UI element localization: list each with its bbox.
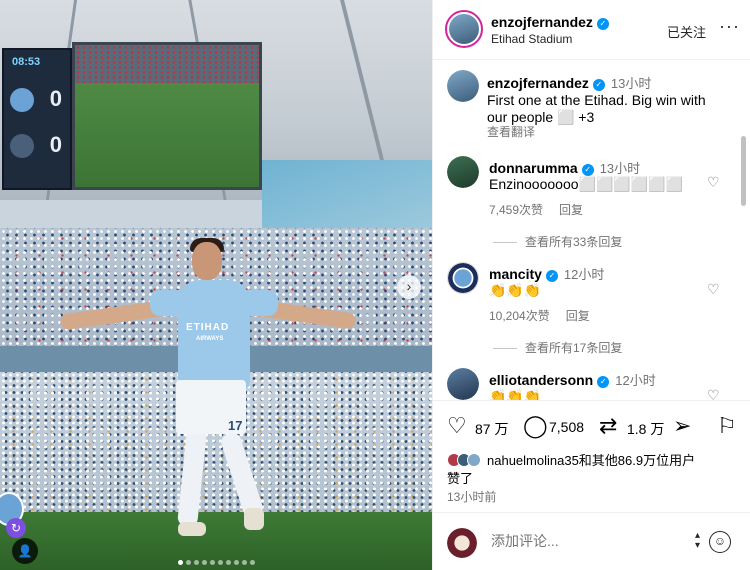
comment-icon[interactable]: ◯: [523, 415, 548, 437]
comments-scrollbar[interactable]: [741, 136, 746, 206]
caption-avatar[interactable]: [447, 70, 479, 102]
score-away: 0: [49, 132, 62, 157]
verified-icon: ✓: [597, 376, 610, 388]
player-shirt: [178, 280, 250, 390]
comment-time: 12小时: [615, 373, 656, 388]
away-crest-icon: [10, 134, 34, 158]
carousel-next-button[interactable]: ›: [397, 275, 421, 299]
author-username[interactable]: enzojfernandez: [491, 14, 593, 30]
carousel-dot[interactable]: [185, 560, 191, 565]
repost-badge-icon[interactable]: ↻: [6, 518, 26, 538]
comment-username[interactable]: donnarumma: [489, 160, 578, 176]
screen-field: [75, 83, 259, 187]
stand-facade: [262, 160, 432, 230]
post-time: 13小时前: [447, 490, 497, 504]
carousel-dot[interactable]: [193, 560, 199, 565]
share-icon[interactable]: ➢: [673, 415, 691, 437]
viewer-avatar: [447, 528, 477, 558]
carousel-dots: [0, 552, 432, 570]
comment-time: 13小时: [599, 161, 641, 176]
comments-list[interactable]: enzojfernandez ✓ 13小时 First one at the Eti…: [433, 60, 750, 400]
likes-summary[interactable]: nahuelmolina35和其他86.9万位用户 赞了: [447, 452, 747, 488]
scroll-arrows-icon: ▴ ▾: [695, 530, 701, 551]
reply-button[interactable]: 回复: [566, 309, 590, 323]
shirt-sponsor-sub: AIRWAYS: [196, 336, 224, 342]
post-sidebar: enzojfernandez ✓ Etihad Stadium 已关注 ··· e…: [432, 0, 750, 570]
location-link[interactable]: Etihad Stadium: [491, 32, 572, 46]
add-comment-bar: ▴▾ ☺: [433, 512, 750, 570]
carousel-dot[interactable]: [201, 560, 207, 565]
score-home: 0: [49, 86, 62, 111]
translate-link[interactable]: 查看翻译: [487, 123, 535, 140]
add-comment-input[interactable]: [491, 533, 691, 549]
screen-crowd: [75, 45, 259, 83]
comment-like-icon[interactable]: ♡: [707, 174, 720, 191]
view-replies-link[interactable]: 查看所有17条回复: [493, 339, 622, 356]
caption-username[interactable]: enzojfernandez: [487, 75, 589, 91]
comment-avatar[interactable]: [447, 368, 479, 400]
likes-summary-line1: nahuelmolina35和其他86.9万位用户: [487, 453, 696, 468]
comment-avatar[interactable]: [447, 262, 479, 294]
carousel-dot[interactable]: [233, 560, 239, 565]
following-button[interactable]: 已关注: [667, 22, 706, 41]
verified-icon: ✓: [596, 18, 609, 30]
post-photo[interactable]: 08:53 0 0 ETIHAD AIRWAYS 17 ↻ 👤 ›: [0, 0, 432, 570]
emoji-icon[interactable]: ☺: [709, 531, 731, 553]
more-options-button[interactable]: ···: [719, 16, 740, 37]
verified-icon: ✓: [545, 270, 558, 282]
post-header: enzojfernandez ✓ Etihad Stadium 已关注 ···: [433, 0, 750, 60]
shorts-number: 17: [228, 418, 243, 433]
author-avatar[interactable]: [445, 10, 483, 48]
comment-username[interactable]: elliotandersonn: [489, 372, 593, 388]
comment-text: Enzinooooooo⬜⬜⬜⬜⬜⬜: [489, 176, 684, 192]
heart-icon[interactable]: ♡: [447, 415, 467, 437]
scoreboard: 08:53 0 0: [2, 48, 72, 190]
repost-count: 1.8 万: [627, 421, 665, 437]
carousel-dot[interactable]: [177, 560, 183, 565]
player-boot: [178, 522, 206, 536]
view-replies-link[interactable]: 查看所有33条回复: [493, 233, 622, 250]
carousel-dot[interactable]: [209, 560, 215, 565]
shirt-sponsor: ETIHAD: [186, 322, 230, 333]
comment-avatar[interactable]: [447, 156, 479, 188]
carousel-dot[interactable]: [217, 560, 223, 565]
comment-text: 👏👏👏: [489, 388, 542, 400]
caption-text-line1: First one at the Etihad. Big win with: [487, 92, 706, 108]
liker-avatar: [467, 453, 481, 467]
carousel-dot[interactable]: [249, 560, 255, 565]
comment-like-icon[interactable]: ♡: [707, 387, 720, 400]
reply-button[interactable]: 回复: [559, 203, 583, 217]
comment-username[interactable]: mancity: [489, 266, 542, 282]
comment-time: 12小时: [563, 267, 605, 282]
post-actions: ♡ 87 万 ◯ 7,508 ⇄ 1.8 万 ➢ ⚐: [433, 400, 750, 452]
caption-time: 13小时: [610, 76, 652, 91]
comment-likes[interactable]: 7,459次赞: [489, 203, 543, 217]
repost-icon[interactable]: ⇄: [599, 415, 617, 437]
scoreboard-time: 08:53: [12, 56, 41, 68]
big-screen: [72, 42, 262, 190]
comment-text: 👏👏👏: [489, 282, 542, 298]
bookmark-icon[interactable]: ⚐: [717, 415, 737, 437]
player-boot: [244, 508, 264, 530]
comment-like-icon[interactable]: ♡: [707, 281, 720, 298]
carousel-dot[interactable]: [225, 560, 231, 565]
likes-summary-line2: 赞了: [447, 471, 474, 486]
like-count: 87 万: [475, 421, 509, 437]
verified-icon: ✓: [592, 79, 605, 91]
comment-likes[interactable]: 10,204次赞: [489, 309, 550, 323]
comment-count: 7,508: [549, 419, 585, 435]
player-head: [192, 242, 222, 280]
home-crest-icon: [10, 88, 34, 112]
carousel-dot[interactable]: [241, 560, 247, 565]
